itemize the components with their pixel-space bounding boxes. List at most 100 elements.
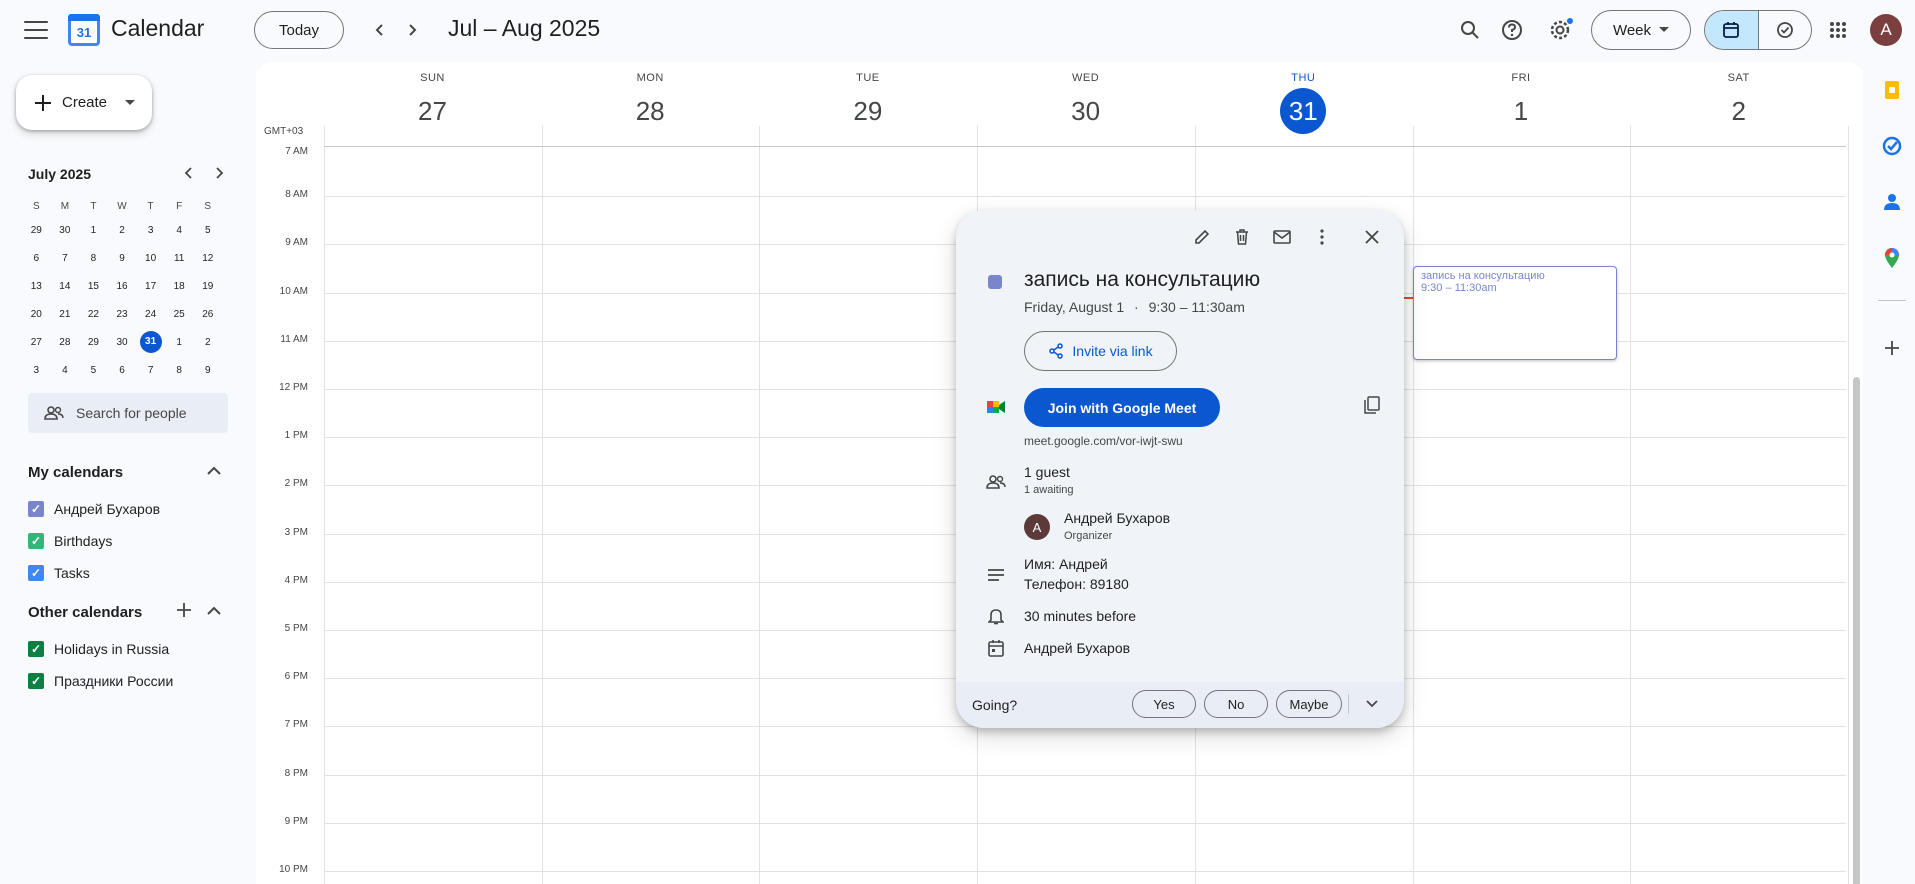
tasks-view-toggle[interactable] [1759, 11, 1812, 49]
day-number[interactable]: 31 [1280, 88, 1327, 134]
mini-day[interactable]: 6 [22, 253, 51, 264]
mini-day[interactable]: 30 [108, 337, 137, 348]
app-title[interactable]: Calendar [111, 15, 204, 42]
mini-day[interactable]: 11 [165, 253, 194, 264]
my-calendar-item[interactable]: ✓ Tasks [28, 565, 90, 581]
rsvp-more-button[interactable] [1360, 692, 1384, 716]
mini-day[interactable]: 4 [51, 365, 80, 376]
other-calendars-title[interactable]: Other calendars [28, 604, 142, 621]
email-guests-button[interactable] [1270, 225, 1294, 249]
mini-day[interactable]: 5 [79, 365, 108, 376]
mini-day[interactable]: 28 [51, 337, 80, 348]
checkbox-checked-icon[interactable]: ✓ [28, 501, 44, 517]
day-header[interactable]: SUN 27 [324, 72, 541, 134]
mini-day[interactable]: 10 [136, 253, 165, 264]
maps-icon[interactable] [1878, 244, 1906, 272]
apps-button[interactable] [1820, 12, 1856, 48]
day-header[interactable]: TUE 29 [759, 72, 976, 134]
checkbox-checked-icon[interactable]: ✓ [28, 565, 44, 581]
mini-prev-month-button[interactable] [179, 166, 199, 182]
contacts-icon[interactable] [1878, 188, 1906, 216]
mini-day[interactable]: 1 [165, 337, 194, 348]
mini-day[interactable]: 21 [51, 309, 80, 320]
mini-day[interactable]: 29 [22, 225, 51, 236]
rsvp-maybe-button[interactable]: Maybe [1276, 690, 1342, 718]
edit-event-button[interactable] [1190, 225, 1214, 249]
day-header[interactable]: WED 30 [977, 72, 1194, 134]
day-number[interactable]: 1 [1514, 96, 1528, 126]
mini-day[interactable]: 5 [193, 225, 222, 236]
mini-day[interactable]: 1 [79, 225, 108, 236]
mini-day[interactable]: 8 [165, 365, 194, 376]
mini-day[interactable]: 19 [193, 281, 222, 292]
other-calendar-item[interactable]: ✓ Праздники России [28, 673, 173, 689]
my-calendar-item[interactable]: ✓ Birthdays [28, 533, 112, 549]
more-options-button[interactable] [1310, 225, 1334, 249]
meet-link-text[interactable]: meet.google.com/vor-iwjt-swu [1024, 434, 1183, 448]
search-people-input[interactable]: Search for people [28, 393, 228, 433]
next-week-button[interactable] [400, 18, 424, 42]
tasks-icon[interactable] [1878, 132, 1906, 160]
checkbox-checked-icon[interactable]: ✓ [28, 673, 44, 689]
mini-day[interactable]: 25 [165, 309, 194, 320]
previous-week-button[interactable] [368, 18, 392, 42]
mini-day[interactable]: 3 [22, 365, 51, 376]
day-header[interactable]: THU 31 [1195, 72, 1412, 134]
add-other-calendar-button[interactable] [176, 602, 192, 621]
mini-next-month-button[interactable] [209, 166, 229, 182]
calendar-logo-icon[interactable]: 31 [68, 14, 100, 46]
join-google-meet-button[interactable]: Join with Google Meet [1024, 388, 1220, 427]
rsvp-no-button[interactable]: No [1204, 690, 1268, 718]
my-calendars-title[interactable]: My calendars [28, 464, 123, 481]
mini-day[interactable]: 29 [79, 337, 108, 348]
mini-day[interactable]: 31 [136, 331, 165, 353]
mini-day[interactable]: 14 [51, 281, 80, 292]
mini-day[interactable]: 16 [108, 281, 137, 292]
mini-day[interactable]: 13 [22, 281, 51, 292]
event-block[interactable]: запись на консультацию 9:30 – 11:30am [1413, 266, 1617, 360]
copy-meet-link-button[interactable] [1360, 393, 1384, 417]
mini-day[interactable]: 24 [136, 309, 165, 320]
scrollbar-thumb[interactable] [1853, 377, 1860, 884]
today-button[interactable]: Today [254, 11, 344, 49]
search-button[interactable] [1452, 12, 1488, 48]
day-header[interactable]: MON 28 [542, 72, 759, 134]
calendar-tasks-switcher[interactable] [1704, 10, 1812, 50]
settings-button[interactable] [1542, 12, 1578, 48]
account-avatar[interactable]: A [1870, 14, 1902, 46]
checkbox-checked-icon[interactable]: ✓ [28, 533, 44, 549]
mini-day[interactable]: 27 [22, 337, 51, 348]
organizer-name[interactable]: Андрей Бухаров [1064, 510, 1170, 526]
day-number[interactable]: 27 [418, 96, 447, 126]
my-calendars-collapse-button[interactable] [207, 463, 221, 479]
delete-event-button[interactable] [1230, 225, 1254, 249]
mini-day[interactable]: 30 [51, 225, 80, 236]
mini-day[interactable]: 2 [193, 337, 222, 348]
mini-day[interactable]: 23 [108, 309, 137, 320]
day-header[interactable]: FRI 1 [1413, 72, 1630, 134]
mini-day[interactable]: 7 [136, 365, 165, 376]
create-button[interactable]: Create [16, 75, 152, 130]
organizer-avatar[interactable]: A [1024, 514, 1050, 540]
mini-day[interactable]: 26 [193, 309, 222, 320]
mini-day[interactable]: 2 [108, 225, 137, 236]
mini-day[interactable]: 9 [108, 253, 137, 264]
mini-day[interactable]: 20 [22, 309, 51, 320]
close-popup-button[interactable] [1360, 225, 1384, 249]
mini-day[interactable]: 15 [79, 281, 108, 292]
invite-via-link-button[interactable]: Invite via link [1024, 331, 1177, 371]
keep-icon[interactable] [1878, 76, 1906, 104]
mini-day[interactable]: 12 [193, 253, 222, 264]
mini-day[interactable]: 6 [108, 365, 137, 376]
scrollbar[interactable] [1851, 62, 1863, 884]
day-number[interactable]: 30 [1071, 96, 1100, 126]
day-header[interactable]: SAT 2 [1630, 72, 1847, 134]
other-calendars-collapse-button[interactable] [207, 603, 221, 619]
rsvp-yes-button[interactable]: Yes [1132, 690, 1196, 718]
view-selector[interactable]: Week [1591, 10, 1691, 50]
mini-day[interactable]: 4 [165, 225, 194, 236]
main-menu-button[interactable] [22, 18, 50, 42]
day-number[interactable]: 29 [853, 96, 882, 126]
mini-day[interactable]: 8 [79, 253, 108, 264]
day-number[interactable]: 2 [1731, 96, 1745, 126]
